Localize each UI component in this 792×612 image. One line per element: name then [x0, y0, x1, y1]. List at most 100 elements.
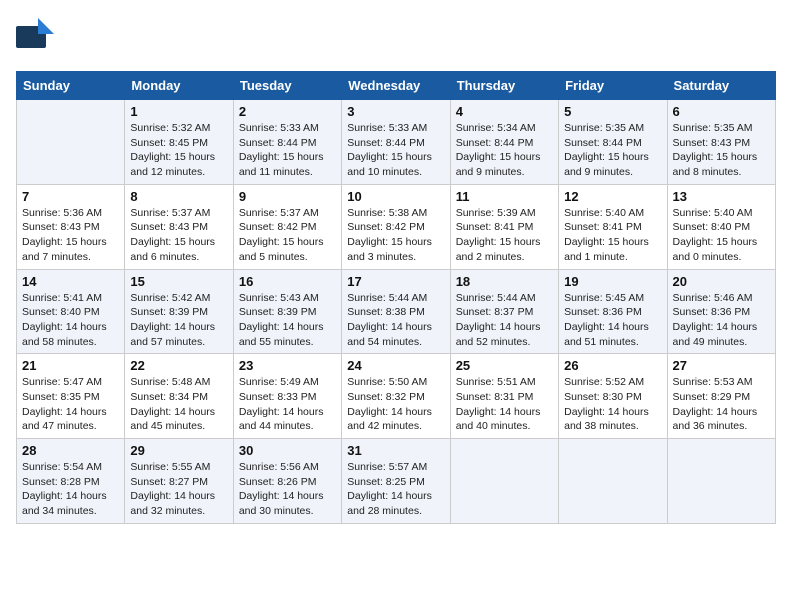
day-number: 21 [22, 358, 119, 373]
calendar-cell: 14Sunrise: 5:41 AM Sunset: 8:40 PM Dayli… [17, 269, 125, 354]
calendar-cell: 18 Sunrise: 5:44 AM Sunset: 8:37 PM Dayli… [450, 269, 558, 354]
day-number: 4 [456, 104, 553, 119]
day-info: Sunrise: 5:38 AM Sunset: 8:42 PM Dayligh… [347, 206, 444, 265]
logo [16, 16, 64, 61]
day-info: Sunrise: 5:35 AM Sunset: 8:44 PM Dayligh… [564, 121, 661, 180]
day-info: Sunrise: 5:33 AM Sunset: 8:44 PM Dayligh… [347, 121, 444, 180]
calendar-cell: 22 Sunrise: 5:48 AM Sunset: 8:34 PM Dayli… [125, 354, 233, 439]
calendar-cell: 19 Sunrise: 5:45 AM Sunset: 8:36 PM Dayli… [559, 269, 667, 354]
day-info: Sunrise: 5:48 AM Sunset: 8:34 PM Dayligh… [130, 375, 227, 434]
calendar-cell: 15 Sunrise: 5:42 AM Sunset: 8:39 PM Dayli… [125, 269, 233, 354]
day-number: 17 [347, 274, 444, 289]
day-info: Sunrise: 5:40 AM Sunset: 8:41 PM Dayligh… [564, 206, 661, 265]
calendar-cell: 20Sunrise: 5:46 AM Sunset: 8:36 PM Dayli… [667, 269, 775, 354]
day-number: 12 [564, 189, 661, 204]
day-number: 26 [564, 358, 661, 373]
calendar-cell: 11 Sunrise: 5:39 AM Sunset: 8:41 PM Dayli… [450, 184, 558, 269]
calendar-cell: 16 Sunrise: 5:43 AM Sunset: 8:39 PM Dayli… [233, 269, 341, 354]
day-header-thursday: Thursday [450, 72, 558, 100]
day-info: Sunrise: 5:32 AM Sunset: 8:45 PM Dayligh… [130, 121, 227, 180]
day-number: 24 [347, 358, 444, 373]
calendar-cell: 6Sunrise: 5:35 AM Sunset: 8:43 PM Daylig… [667, 100, 775, 185]
calendar-cell: 10 Sunrise: 5:38 AM Sunset: 8:42 PM Dayli… [342, 184, 450, 269]
calendar-cell: 8 Sunrise: 5:37 AM Sunset: 8:43 PM Daylig… [125, 184, 233, 269]
day-info: Sunrise: 5:55 AM Sunset: 8:27 PM Dayligh… [130, 460, 227, 519]
calendar-cell: 25Sunrise: 5:51 AM Sunset: 8:31 PM Dayli… [450, 354, 558, 439]
calendar-week-row: 7 Sunrise: 5:36 AM Sunset: 8:43 PM Daylig… [17, 184, 776, 269]
day-number: 1 [130, 104, 227, 119]
calendar-cell: 27 Sunrise: 5:53 AM Sunset: 8:29 PM Dayli… [667, 354, 775, 439]
calendar-table: SundayMondayTuesdayWednesdayThursdayFrid… [16, 71, 776, 524]
calendar-cell [450, 439, 558, 524]
calendar-body: 1 Sunrise: 5:32 AM Sunset: 8:45 PM Daylig… [17, 100, 776, 524]
day-info: Sunrise: 5:34 AM Sunset: 8:44 PM Dayligh… [456, 121, 553, 180]
calendar-week-row: 28 Sunrise: 5:54 AM Sunset: 8:28 PM Dayli… [17, 439, 776, 524]
day-info: Sunrise: 5:37 AM Sunset: 8:43 PM Dayligh… [130, 206, 227, 265]
calendar-week-row: 14Sunrise: 5:41 AM Sunset: 8:40 PM Dayli… [17, 269, 776, 354]
calendar-cell: 24 Sunrise: 5:50 AM Sunset: 8:32 PM Dayli… [342, 354, 450, 439]
day-header-friday: Friday [559, 72, 667, 100]
calendar-cell: 28 Sunrise: 5:54 AM Sunset: 8:28 PM Dayli… [17, 439, 125, 524]
day-number: 16 [239, 274, 336, 289]
day-number: 8 [130, 189, 227, 204]
day-header-wednesday: Wednesday [342, 72, 450, 100]
day-number: 7 [22, 189, 119, 204]
day-number: 18 [456, 274, 553, 289]
day-number: 23 [239, 358, 336, 373]
day-info: Sunrise: 5:41 AM Sunset: 8:40 PM Dayligh… [22, 291, 119, 350]
day-number: 10 [347, 189, 444, 204]
day-info: Sunrise: 5:44 AM Sunset: 8:38 PM Dayligh… [347, 291, 444, 350]
calendar-cell: 29 Sunrise: 5:55 AM Sunset: 8:27 PM Dayli… [125, 439, 233, 524]
day-info: Sunrise: 5:53 AM Sunset: 8:29 PM Dayligh… [673, 375, 770, 434]
day-info: Sunrise: 5:36 AM Sunset: 8:43 PM Dayligh… [22, 206, 119, 265]
day-info: Sunrise: 5:54 AM Sunset: 8:28 PM Dayligh… [22, 460, 119, 519]
page-header [16, 16, 776, 61]
calendar-cell: 23Sunrise: 5:49 AM Sunset: 8:33 PM Dayli… [233, 354, 341, 439]
day-info: Sunrise: 5:47 AM Sunset: 8:35 PM Dayligh… [22, 375, 119, 434]
day-number: 29 [130, 443, 227, 458]
calendar-header-row: SundayMondayTuesdayWednesdayThursdayFrid… [17, 72, 776, 100]
day-info: Sunrise: 5:56 AM Sunset: 8:26 PM Dayligh… [239, 460, 336, 519]
calendar-cell: 21 Sunrise: 5:47 AM Sunset: 8:35 PM Dayli… [17, 354, 125, 439]
day-number: 15 [130, 274, 227, 289]
calendar-cell: 4 Sunrise: 5:34 AM Sunset: 8:44 PM Daylig… [450, 100, 558, 185]
calendar-cell: 26 Sunrise: 5:52 AM Sunset: 8:30 PM Dayli… [559, 354, 667, 439]
calendar-cell: 3 Sunrise: 5:33 AM Sunset: 8:44 PM Daylig… [342, 100, 450, 185]
calendar-cell: 12 Sunrise: 5:40 AM Sunset: 8:41 PM Dayli… [559, 184, 667, 269]
calendar-cell: 13Sunrise: 5:40 AM Sunset: 8:40 PM Dayli… [667, 184, 775, 269]
day-info: Sunrise: 5:46 AM Sunset: 8:36 PM Dayligh… [673, 291, 770, 350]
day-number: 30 [239, 443, 336, 458]
day-info: Sunrise: 5:43 AM Sunset: 8:39 PM Dayligh… [239, 291, 336, 350]
calendar-cell [667, 439, 775, 524]
day-number: 19 [564, 274, 661, 289]
day-number: 2 [239, 104, 336, 119]
day-info: Sunrise: 5:57 AM Sunset: 8:25 PM Dayligh… [347, 460, 444, 519]
day-info: Sunrise: 5:50 AM Sunset: 8:32 PM Dayligh… [347, 375, 444, 434]
calendar-week-row: 21 Sunrise: 5:47 AM Sunset: 8:35 PM Dayli… [17, 354, 776, 439]
day-number: 11 [456, 189, 553, 204]
day-header-monday: Monday [125, 72, 233, 100]
logo-icon [16, 16, 60, 56]
day-info: Sunrise: 5:39 AM Sunset: 8:41 PM Dayligh… [456, 206, 553, 265]
day-number: 25 [456, 358, 553, 373]
day-number: 27 [673, 358, 770, 373]
day-info: Sunrise: 5:52 AM Sunset: 8:30 PM Dayligh… [564, 375, 661, 434]
day-info: Sunrise: 5:33 AM Sunset: 8:44 PM Dayligh… [239, 121, 336, 180]
day-number: 28 [22, 443, 119, 458]
day-header-tuesday: Tuesday [233, 72, 341, 100]
day-info: Sunrise: 5:40 AM Sunset: 8:40 PM Dayligh… [673, 206, 770, 265]
day-number: 22 [130, 358, 227, 373]
day-number: 3 [347, 104, 444, 119]
day-info: Sunrise: 5:45 AM Sunset: 8:36 PM Dayligh… [564, 291, 661, 350]
day-number: 6 [673, 104, 770, 119]
calendar-cell: 9Sunrise: 5:37 AM Sunset: 8:42 PM Daylig… [233, 184, 341, 269]
calendar-cell: 17 Sunrise: 5:44 AM Sunset: 8:38 PM Dayli… [342, 269, 450, 354]
day-number: 9 [239, 189, 336, 204]
calendar-cell: 31 Sunrise: 5:57 AM Sunset: 8:25 PM Dayli… [342, 439, 450, 524]
calendar-cell [559, 439, 667, 524]
day-header-saturday: Saturday [667, 72, 775, 100]
day-number: 5 [564, 104, 661, 119]
day-number: 31 [347, 443, 444, 458]
day-info: Sunrise: 5:42 AM Sunset: 8:39 PM Dayligh… [130, 291, 227, 350]
day-info: Sunrise: 5:44 AM Sunset: 8:37 PM Dayligh… [456, 291, 553, 350]
